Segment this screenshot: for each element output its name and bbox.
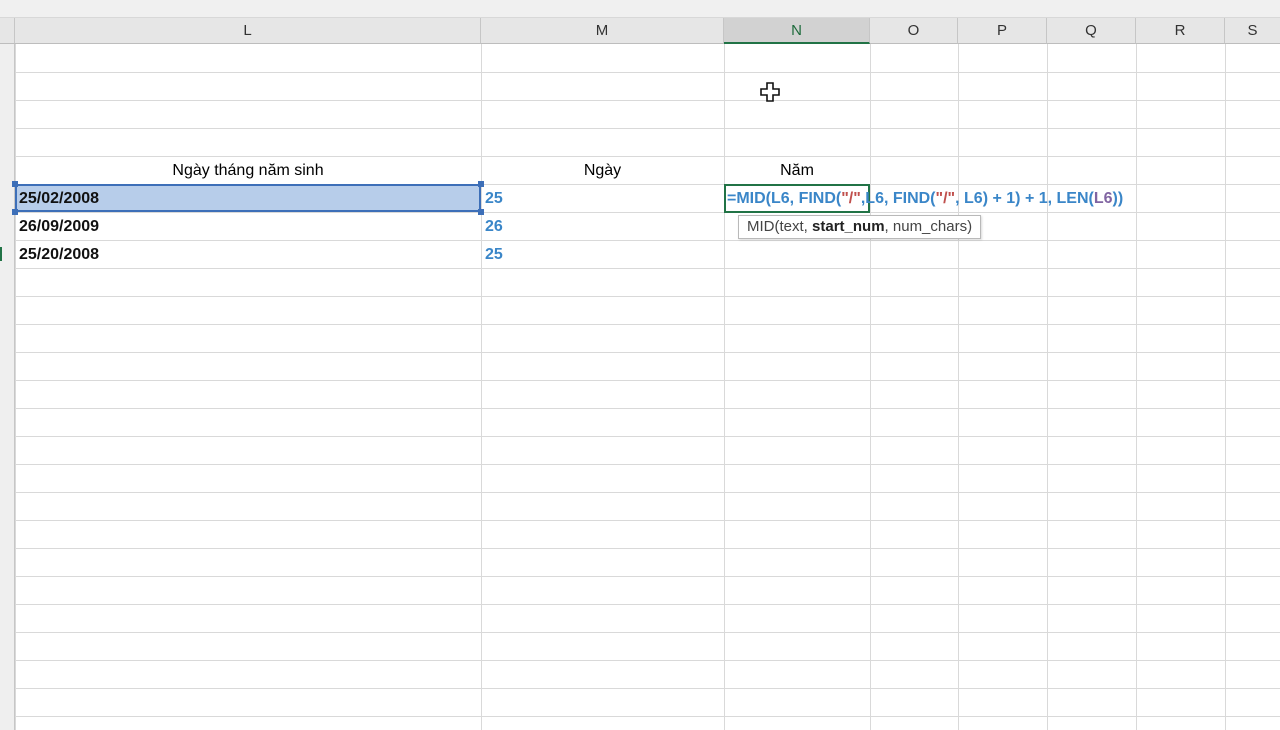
formula-part: "/" <box>841 190 861 207</box>
tooltip-rest: , num_chars) <box>884 218 973 235</box>
formula-part: L6 <box>1093 190 1113 207</box>
cell-m-day[interactable]: 25 <box>485 241 721 269</box>
cell-l-date[interactable]: 26/09/2009 <box>19 213 479 241</box>
plus-select-cursor-icon <box>760 82 780 102</box>
formula-part: ,L6, FIND( <box>860 190 936 207</box>
formula-part: "/" <box>935 190 956 207</box>
cell-m-day[interactable]: 26 <box>485 213 721 241</box>
cell-l-header[interactable]: Ngày tháng năm sinh <box>15 157 481 185</box>
formula-part: )) <box>1112 190 1124 207</box>
spreadsheet: L M N O P Q R S Ngày tháng năm sinh Ngày… <box>0 0 1280 730</box>
row-indicator <box>0 247 2 261</box>
cell-gridlines <box>15 44 1280 730</box>
cell-l-date[interactable]: 25/20/2008 <box>19 241 479 269</box>
cell-n-header[interactable]: Năm <box>724 157 870 185</box>
cell-m-day[interactable]: 25 <box>485 185 721 213</box>
tooltip-current-arg: start_num <box>812 218 885 235</box>
tooltip-fn: MID(text, <box>747 218 813 235</box>
selection-handle[interactable] <box>12 209 18 215</box>
formula-text[interactable]: =MID(L6, FIND("/",L6, FIND("/", L6) + 1)… <box>727 184 1123 212</box>
function-argument-tooltip[interactable]: MID(text, start_num, num_chars) <box>738 215 982 239</box>
formula-part: =MID(L6, FIND( <box>727 190 842 207</box>
formula-part: + 1, LEN( <box>1020 190 1094 207</box>
formula-part: , L6) <box>955 190 989 207</box>
selection-handle[interactable] <box>12 181 18 187</box>
cell-m-header[interactable]: Ngày <box>481 157 724 185</box>
cell-l-date[interactable]: 25/02/2008 <box>19 185 479 213</box>
formula-part: + 1) <box>988 190 1021 207</box>
